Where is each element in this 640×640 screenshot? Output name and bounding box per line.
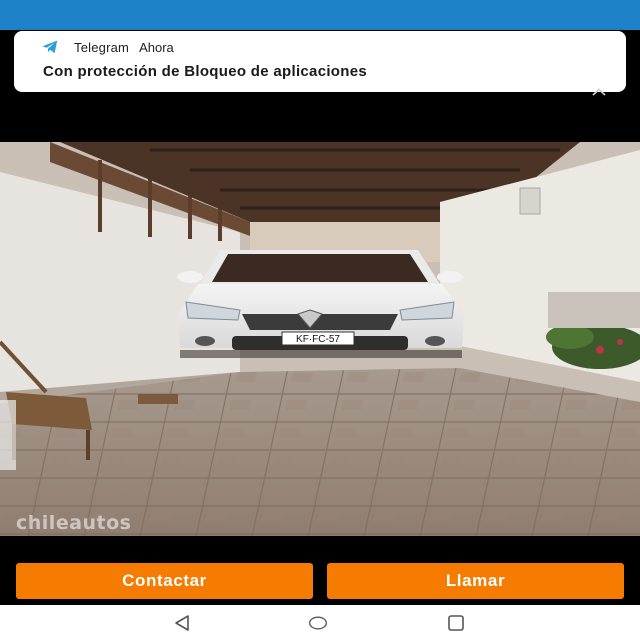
chileautos-watermark: chileautos bbox=[16, 512, 132, 534]
car-body: KF·FC-57 bbox=[177, 250, 464, 358]
home-circle-icon[interactable] bbox=[308, 614, 328, 632]
listing-photo[interactable]: KF·FC-57 chileautos bbox=[0, 142, 640, 536]
notification-text: Con protección de Bloqueo de aplicacione… bbox=[43, 63, 368, 80]
license-plate: KF·FC-57 bbox=[296, 334, 340, 345]
car-photo-image: KF·FC-57 bbox=[0, 142, 640, 536]
chevron-up-icon[interactable] bbox=[592, 88, 606, 96]
notification-header: Telegram Ahora bbox=[42, 39, 174, 55]
notification-app-name: Telegram bbox=[74, 39, 130, 55]
navigation-bar bbox=[0, 605, 640, 640]
call-button[interactable]: Llamar bbox=[327, 563, 624, 599]
contact-button[interactable]: Contactar bbox=[16, 563, 313, 599]
telegram-notification[interactable]: Telegram Ahora Con protección de Bloqueo… bbox=[14, 31, 626, 92]
telegram-icon bbox=[42, 40, 58, 54]
action-bar: Contactar Llamar bbox=[0, 555, 640, 605]
back-triangle-icon[interactable] bbox=[172, 614, 192, 632]
recents-square-icon[interactable] bbox=[446, 614, 466, 632]
notification-time: Ahora bbox=[139, 39, 174, 55]
status-bar bbox=[0, 0, 640, 30]
